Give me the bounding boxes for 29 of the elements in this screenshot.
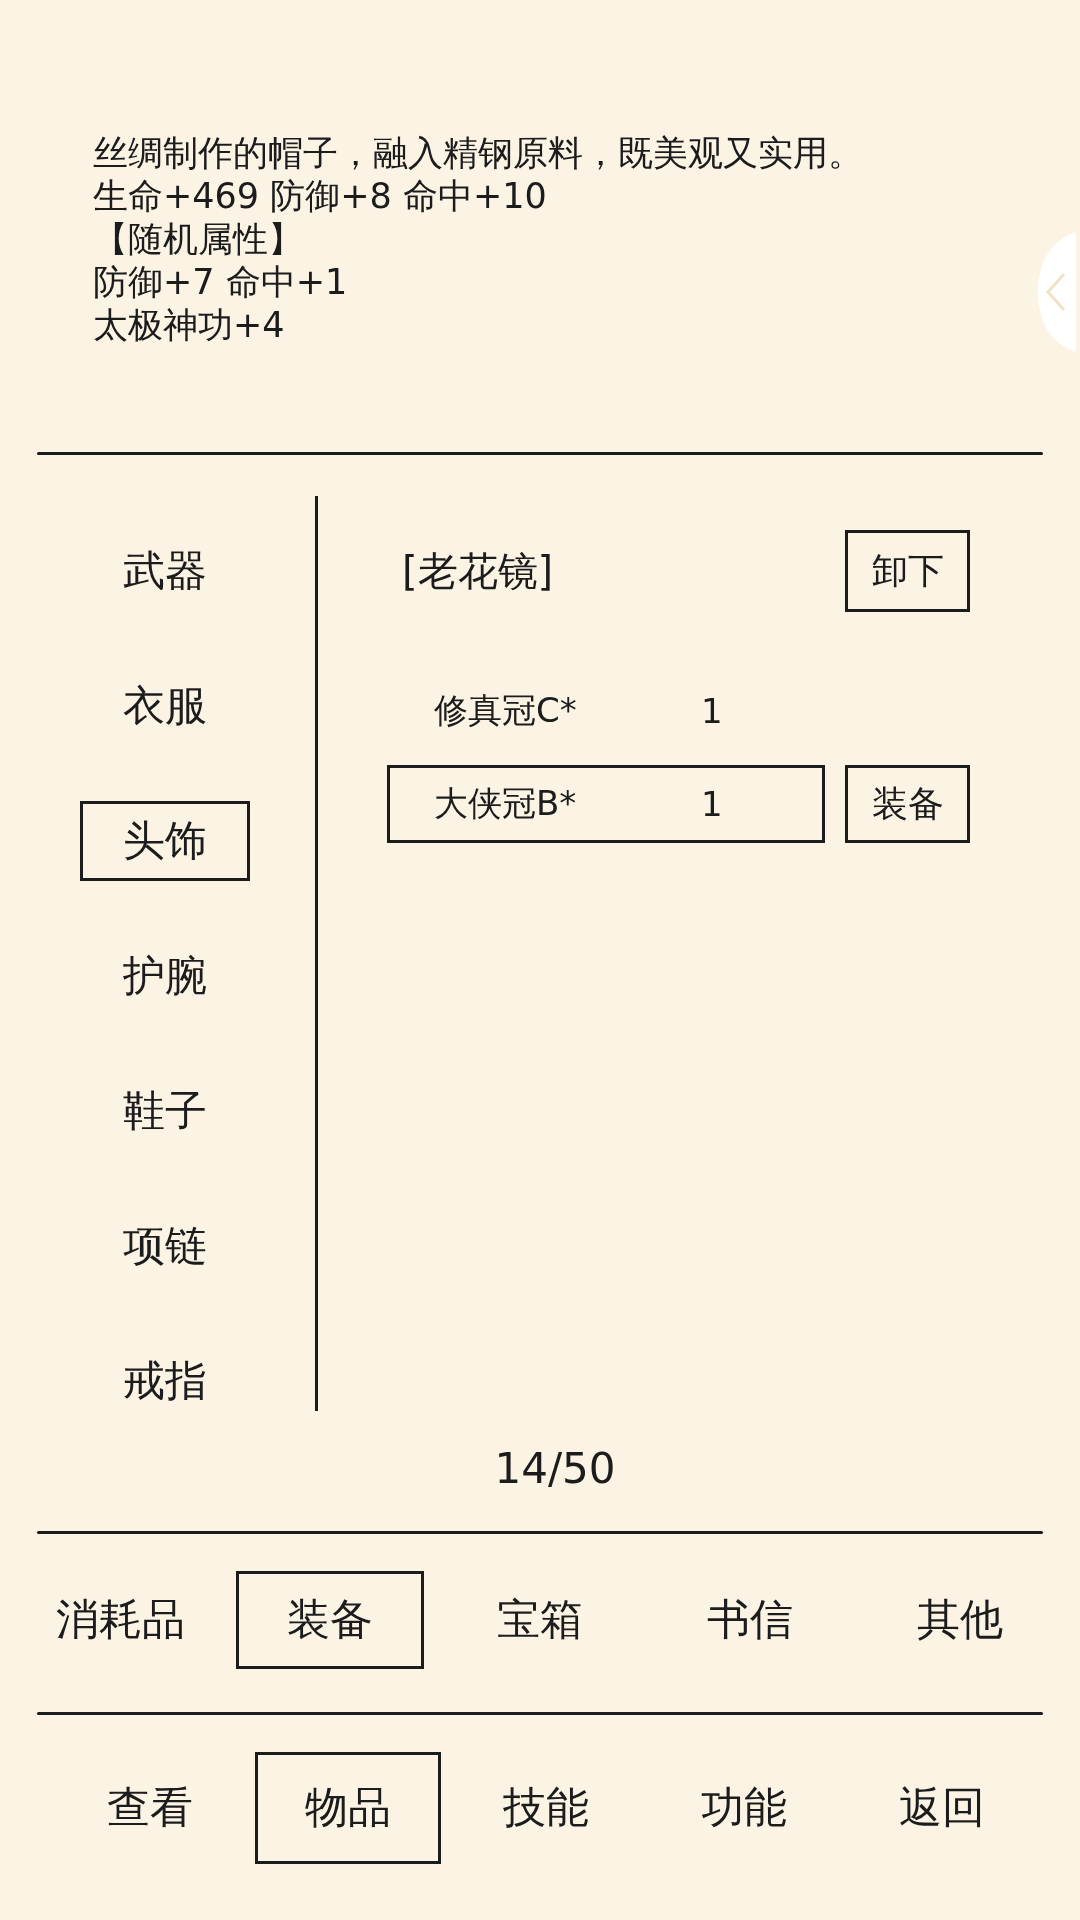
description-line: 丝绸制作的帽子，融入精钢原料，既美观又实用。 (93, 132, 863, 175)
description-line: 【随机属性】 (93, 218, 303, 261)
equipment-slot-tab[interactable]: 项链 (80, 1206, 250, 1286)
description-line: 太极神功+4 (93, 304, 285, 347)
equipment-slot-tab[interactable]: 护腕 (80, 936, 250, 1016)
nav-tab[interactable]: 物品 (255, 1752, 441, 1864)
item-row[interactable]: 大侠冠B* 1 (387, 765, 825, 843)
description-line: 防御+7 命中+1 (93, 261, 348, 304)
nav-tab[interactable]: 技能 (453, 1752, 639, 1864)
equipment-slot-tab[interactable]: 衣服 (80, 666, 250, 746)
nav-tab[interactable]: 查看 (57, 1752, 243, 1864)
nav-tab[interactable]: 功能 (651, 1752, 837, 1864)
equip-button[interactable]: 装备 (845, 765, 970, 843)
equipment-slot-tab[interactable]: 鞋子 (80, 1071, 250, 1151)
capacity-count: 14/50 (493, 1444, 616, 1494)
category-tab[interactable]: 其他 (866, 1571, 1054, 1669)
equipment-slot-tab[interactable]: 武器 (80, 531, 250, 611)
chevron-left-icon[interactable] (1038, 232, 1076, 352)
item-row[interactable]: 修真冠C* 1 (387, 672, 825, 750)
description-line: 生命+469 防御+8 命中+10 (93, 175, 547, 218)
nav-tab[interactable]: 返回 (849, 1752, 1035, 1864)
category-tab[interactable]: 书信 (656, 1571, 844, 1669)
category-tab[interactable]: 消耗品 (26, 1571, 214, 1669)
category-tab[interactable]: 装备 (236, 1571, 424, 1669)
equipment-slot-tab[interactable]: 戒指 (80, 1341, 250, 1421)
unequip-button[interactable]: 卸下 (845, 530, 970, 612)
category-tab[interactable]: 宝箱 (446, 1571, 634, 1669)
equipped-item-name: [老花镜] (402, 546, 554, 596)
equipment-slot-tab[interactable]: 头饰 (80, 801, 250, 881)
